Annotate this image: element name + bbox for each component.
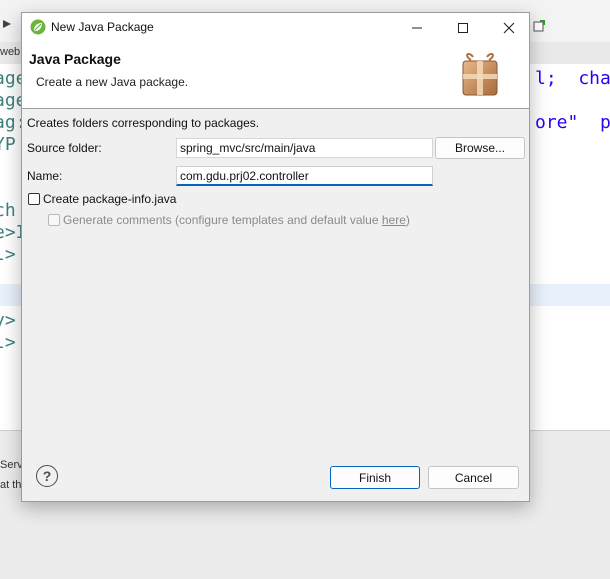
code-right-column: l; char ore" pr: [535, 68, 610, 354]
code-line-right: [535, 332, 610, 354]
code-line-right: [535, 156, 610, 178]
code-line-right: [535, 200, 610, 222]
configure-templates-link[interactable]: here: [382, 213, 406, 227]
maximize-button[interactable]: [440, 13, 486, 42]
dialog-titlebar[interactable]: New Java Package: [22, 13, 529, 42]
package-name-input[interactable]: [176, 166, 433, 186]
finish-button[interactable]: Finish: [330, 466, 420, 489]
generate-comments-label: Generate comments (configure templates a…: [63, 213, 410, 227]
code-line-right: [535, 134, 610, 156]
code-line-right: [535, 266, 610, 288]
code-line-right: [535, 90, 610, 112]
name-label: Name:: [27, 169, 63, 183]
create-package-info-label[interactable]: Create package-info.java: [43, 192, 176, 206]
code-line-right: [535, 222, 610, 244]
new-java-package-dialog: New Java Package Java Package Create a n…: [21, 12, 530, 502]
wizard-banner: Java Package Create a new Java package.: [22, 42, 529, 109]
code-line-right: l; char: [535, 68, 610, 89]
maximize-icon: [458, 22, 468, 33]
banner-title: Java Package: [29, 51, 121, 67]
toolbar-arrow-icon[interactable]: [1, 18, 13, 30]
wizard-description: Creates folders corresponding to package…: [27, 116, 260, 130]
create-package-info-checkbox[interactable]: [28, 193, 40, 205]
minimize-icon: [412, 27, 422, 28]
bottom-panel-text: at th: [0, 479, 22, 491]
help-icon: ?: [42, 468, 52, 484]
code-line-right: [535, 244, 610, 266]
help-button[interactable]: ?: [36, 465, 58, 487]
generate-comments-suffix: ): [405, 213, 410, 227]
code-line-right: [535, 178, 610, 200]
minimize-button[interactable]: [394, 13, 440, 42]
close-button[interactable]: [486, 13, 532, 42]
browse-button[interactable]: Browse...: [435, 137, 525, 159]
spring-app-icon: [30, 19, 46, 35]
code-line-right: [535, 310, 610, 332]
source-folder-label: Source folder:: [27, 141, 102, 155]
cancel-button[interactable]: Cancel: [428, 466, 519, 489]
code-line-right: ore" pr: [535, 112, 610, 133]
code-line-right: [535, 288, 610, 310]
banner-message: Create a new Java package.: [36, 75, 189, 89]
dialog-title: New Java Package: [51, 20, 154, 34]
editor-tab-label[interactable]: web: [0, 46, 20, 58]
source-folder-input[interactable]: [176, 138, 433, 158]
close-icon: [503, 22, 515, 33]
generate-comments-text: Generate comments (configure templates a…: [63, 213, 382, 227]
generate-comments-checkbox[interactable]: [48, 214, 60, 226]
new-file-icon[interactable]: [533, 20, 545, 32]
package-wizard-icon: [462, 53, 498, 96]
